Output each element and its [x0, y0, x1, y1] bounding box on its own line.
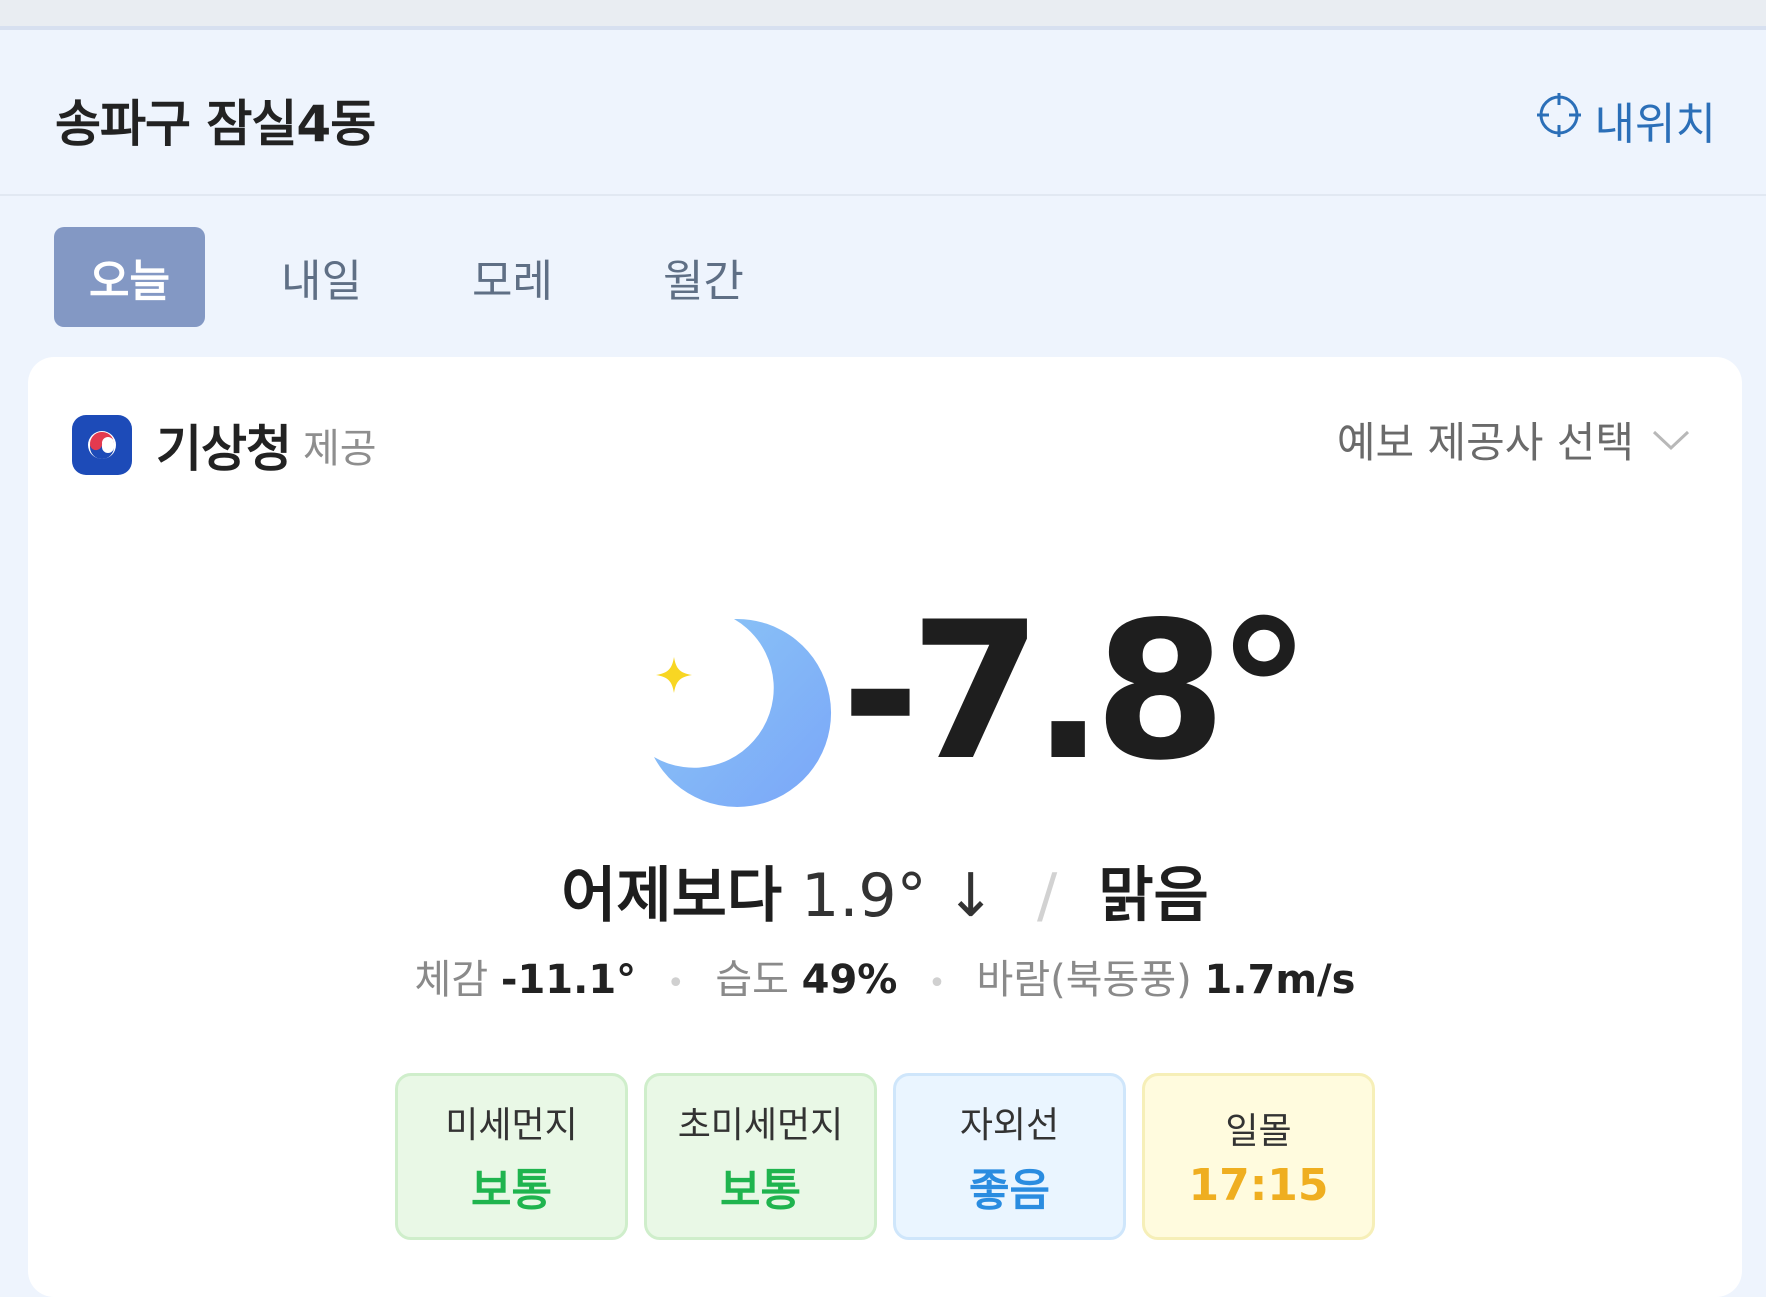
sunset-chip[interactable]: 일몰 17:15: [1142, 1073, 1375, 1240]
location-title: 송파구 잠실4동: [55, 95, 376, 153]
humidity-label: 습도: [715, 957, 789, 1003]
chip-label: 초미세먼지: [677, 1104, 844, 1146]
ultrafine-dust-chip[interactable]: 초미세먼지 보통: [644, 1073, 877, 1240]
day-tabs: 오늘 내일 모레 월간: [54, 227, 820, 327]
location-header: 송파구 잠실4동 내위치: [0, 34, 1766, 196]
tab-today[interactable]: 오늘: [54, 227, 205, 327]
tab-day-after-tomorrow[interactable]: 모레: [438, 227, 587, 327]
wind-value: 1.7m/s: [1204, 957, 1356, 1003]
comparison-line: 어제보다 1.9° ↓ / 맑음: [28, 847, 1742, 934]
fine-dust-chip[interactable]: 미세먼지 보통: [395, 1073, 628, 1240]
dot-separator: •: [928, 966, 946, 1001]
provider-suffix: 제공: [303, 426, 377, 472]
crosshair-icon: [1535, 91, 1583, 150]
crescent-moon-icon: [654, 618, 832, 807]
current-weather: -7.8°: [618, 597, 1311, 807]
wind-label: 바람(북동풍): [976, 957, 1192, 1003]
compare-prefix: 어제보다: [561, 861, 783, 931]
feels-like-label: 체감: [414, 957, 489, 1003]
dot-separator: •: [666, 966, 685, 1001]
weather-card: 기상청 제공 예보 제공사 선택 -7.8° 어제보다 1.9° ↓ / 맑음 …: [28, 357, 1742, 1297]
separator: /: [1037, 861, 1058, 931]
down-arrow-icon: ↓: [945, 861, 996, 931]
humidity-value: 49%: [801, 957, 898, 1003]
summary-chips: 미세먼지 보통 초미세먼지 보통 자외선 좋음 일몰 17:15: [395, 1073, 1375, 1240]
chip-value: 보통: [471, 1164, 552, 1216]
provider-name: 기상청: [156, 420, 292, 478]
forecast-provider-selector[interactable]: 예보 제공사 선택: [1337, 409, 1692, 470]
chip-value: 보통: [720, 1164, 801, 1216]
chip-value: 좋음: [969, 1164, 1050, 1216]
chip-label: 미세먼지: [445, 1104, 578, 1146]
current-temperature: -7.8°: [841, 581, 1311, 802]
chip-label: 일몰: [1225, 1111, 1292, 1152]
compare-value: 1.9°: [801, 861, 927, 931]
weather-details: 체감 -11.1° • 습도 49% • 바람(북동풍) 1.7m/s: [28, 947, 1742, 1005]
selector-label: 예보 제공사 선택: [1336, 418, 1634, 467]
tab-monthly[interactable]: 월간: [629, 227, 778, 327]
chip-label: 자외선: [959, 1104, 1060, 1146]
my-location-button[interactable]: 내위치: [1535, 88, 1716, 152]
kma-logo-icon: [72, 415, 132, 475]
chip-value: 17:15: [1188, 1160, 1329, 1211]
weather-condition: 맑음: [1098, 861, 1209, 931]
feels-like-value: -11.1°: [500, 957, 637, 1003]
top-bar: [0, 0, 1766, 30]
my-location-label: 내위치: [1594, 99, 1716, 150]
uv-chip[interactable]: 자외선 좋음: [893, 1073, 1126, 1240]
provider-info: 기상청 제공: [72, 409, 377, 481]
tab-tomorrow[interactable]: 내일: [247, 227, 396, 327]
chevron-down-icon: [1650, 415, 1692, 464]
